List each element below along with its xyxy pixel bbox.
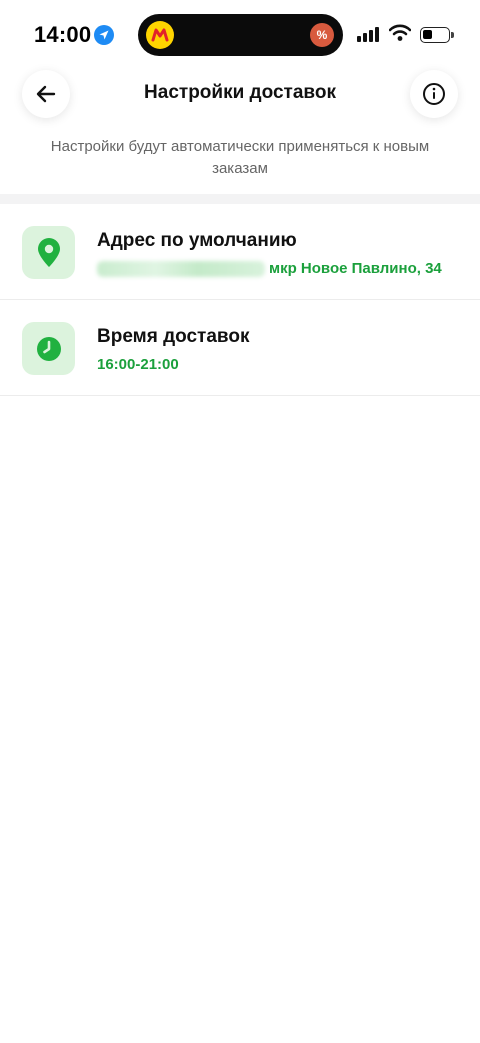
default-address-text: мкр Новое Павлино, 34 bbox=[269, 260, 442, 277]
battery-icon bbox=[420, 27, 450, 43]
section-divider bbox=[0, 194, 480, 204]
status-bar: 14:00 % bbox=[0, 0, 480, 70]
wifi-icon bbox=[389, 24, 411, 41]
cellular-signal-icon bbox=[357, 27, 379, 42]
dynamic-island: % bbox=[138, 14, 343, 56]
location-arrow-icon bbox=[94, 25, 114, 45]
info-button[interactable] bbox=[410, 70, 458, 118]
page-title: Настройки доставок bbox=[144, 82, 336, 103]
delivery-time-row[interactable]: Время доставок 16:00-21:00 bbox=[0, 300, 480, 396]
status-time: 14:00 bbox=[34, 22, 92, 47]
settings-hint: Настройки будут автоматически применятьс… bbox=[50, 138, 430, 177]
delivery-time-value: 16:00-21:00 bbox=[97, 356, 179, 373]
clock-icon bbox=[22, 322, 75, 375]
settings-list: Адрес по умолчанию мкр Новое Павлино, 34… bbox=[0, 204, 480, 396]
default-address-value: мкр Новое Павлино, 34 bbox=[97, 260, 442, 277]
redacted-address-part bbox=[97, 260, 265, 277]
info-icon bbox=[423, 83, 445, 105]
page-header: Настройки доставок bbox=[0, 70, 480, 130]
default-address-title: Адрес по умолчанию bbox=[97, 230, 297, 251]
delivery-time-title: Время доставок bbox=[97, 326, 250, 347]
discount-percent-icon: % bbox=[310, 23, 334, 47]
default-address-row[interactable]: Адрес по умолчанию мкр Новое Павлино, 34 bbox=[0, 204, 480, 300]
map-pin-icon bbox=[22, 226, 75, 279]
yandex-market-logo bbox=[146, 21, 174, 49]
